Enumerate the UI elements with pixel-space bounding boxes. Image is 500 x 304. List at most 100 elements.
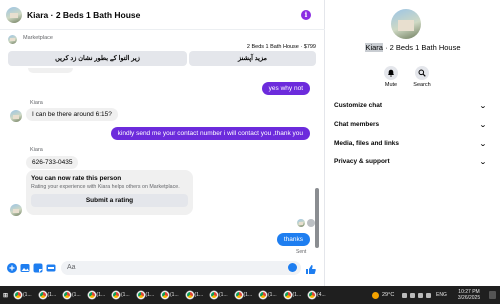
app-badge: (1... xyxy=(194,292,204,298)
app-window: Kiara · 2 Beds 1 Bath House i Marketplac… xyxy=(0,0,500,304)
language-indicator[interactable]: ENG xyxy=(436,289,447,301)
contact-avatar[interactable] xyxy=(6,6,22,23)
chrome-icon xyxy=(259,291,267,299)
mark-pending-button[interactable]: زیر التوا کے بطور نشان زد کریں xyxy=(8,51,187,66)
marketplace-label: Marketplace xyxy=(23,35,53,41)
chrome-icon xyxy=(161,291,169,299)
submit-rating-button[interactable]: Submit a rating xyxy=(31,194,188,207)
chrome-icon xyxy=(185,291,194,299)
tray-chevron-icon[interactable] xyxy=(402,293,407,298)
search-button[interactable]: Search xyxy=(411,66,433,88)
taskbar-app-chrome[interactable]: (1... xyxy=(185,289,204,301)
message-bubble-outgoing[interactable]: kindly send me your contact number i wil… xyxy=(110,127,310,140)
listing-thumbnail[interactable] xyxy=(8,35,17,44)
app-badge: (1... xyxy=(47,292,57,298)
chat-pane: Kiara · 2 Beds 1 Bath House i Marketplac… xyxy=(0,0,325,286)
message-input[interactable]: Aa xyxy=(61,261,301,275)
thumbs-up-icon[interactable] xyxy=(305,262,316,274)
chevron-down-icon: ⌄ xyxy=(479,121,487,129)
mute-button[interactable]: Mute xyxy=(380,66,402,88)
network-icon[interactable] xyxy=(410,293,415,298)
rating-card: You can now rate this person Rating your… xyxy=(26,170,193,215)
name-highlight: Kiara xyxy=(365,43,383,52)
section-label: Media, files and links xyxy=(334,140,400,147)
conversation-info-panel: Kiara · 2 Beds 1 Bath House Mute Search … xyxy=(326,0,500,286)
chrome-icon xyxy=(210,291,218,299)
rating-description: Rating your experience with Kiara helps … xyxy=(31,184,180,190)
chevron-down-icon: ⌄ xyxy=(479,102,487,110)
plus-circle-icon[interactable] xyxy=(6,263,17,274)
sender-avatar[interactable] xyxy=(10,110,22,122)
sent-status: Sent xyxy=(296,249,307,255)
sender-avatar[interactable] xyxy=(10,204,22,216)
gif-icon[interactable] xyxy=(45,263,56,274)
taskbar-app-chrome[interactable]: (1... xyxy=(161,289,179,301)
app-badge: (1... xyxy=(292,292,302,298)
app-badge: (1... xyxy=(72,292,81,298)
app-badge: (1... xyxy=(219,292,228,298)
taskbar-app-chrome[interactable]: (4... xyxy=(308,289,326,301)
taskbar: ⊞ 29°C ENG 10:27 PM 3/26/2025 (1... (1...… xyxy=(0,286,500,304)
notification-icon[interactable] xyxy=(489,291,496,299)
sticker-icon[interactable] xyxy=(32,263,43,274)
search-label: Search xyxy=(413,82,431,88)
message-sender: Kiara xyxy=(30,100,43,106)
bell-icon xyxy=(384,66,398,80)
taskbar-app-chrome[interactable]: (1... xyxy=(259,289,277,301)
app-badge: (4... xyxy=(317,292,326,298)
weather-widget[interactable]: 29°C xyxy=(372,289,394,301)
taskbar-app-chrome[interactable]: (1... xyxy=(283,289,302,301)
chrome-icon xyxy=(63,291,71,299)
read-receipt-icon xyxy=(307,219,315,227)
taskbar-app-chrome[interactable]: (1... xyxy=(234,289,253,301)
chat-header: Kiara · 2 Beds 1 Bath House i xyxy=(0,0,325,30)
chrome-icon xyxy=(112,291,120,299)
info-icon[interactable]: i xyxy=(301,10,311,20)
app-badge: (1... xyxy=(243,292,253,298)
start-icon[interactable]: ⊞ xyxy=(3,289,8,301)
chrome-icon xyxy=(38,291,47,299)
emoji-icon[interactable] xyxy=(288,263,297,272)
section-chat-members[interactable]: Chat members ⌄ xyxy=(334,119,487,131)
clock[interactable]: 10:27 PM 3/26/2025 xyxy=(454,289,484,301)
clock-date: 3/26/2025 xyxy=(457,295,481,301)
image-icon[interactable] xyxy=(19,263,30,274)
taskbar-app-chrome[interactable]: (1... xyxy=(14,289,32,301)
chrome-icon xyxy=(283,291,292,299)
chrome-icon xyxy=(136,291,145,299)
chevron-down-icon: ⌄ xyxy=(479,140,487,148)
volume-icon[interactable] xyxy=(418,293,423,298)
taskbar-app-chrome[interactable]: (1... xyxy=(38,289,57,301)
message-bubble-outgoing[interactable]: thanks xyxy=(276,233,310,246)
battery-icon[interactable] xyxy=(426,293,431,298)
profile-avatar[interactable] xyxy=(391,9,421,39)
composer: Aa xyxy=(0,258,325,278)
scrollbar[interactable] xyxy=(315,188,319,248)
taskbar-app-chrome[interactable]: (1... xyxy=(63,289,81,301)
taskbar-app-chrome[interactable]: (1... xyxy=(112,289,130,301)
seen-avatar xyxy=(297,219,305,227)
section-media-files-links[interactable]: Media, files and links ⌄ xyxy=(334,138,487,150)
name-rest: · 2 Beds 1 Bath House xyxy=(382,43,461,52)
message-bubble-incoming[interactable]: 626-733-0435 xyxy=(26,156,79,169)
partial-message-bubble xyxy=(28,68,73,73)
chrome-icon xyxy=(308,291,316,299)
mute-label: Mute xyxy=(384,82,398,88)
app-badge: (1... xyxy=(170,292,179,298)
message-bubble-outgoing[interactable]: yes why not xyxy=(261,82,310,95)
section-customize-chat[interactable]: Customize chat ⌄ xyxy=(334,100,487,112)
section-privacy-support[interactable]: Privacy & support ⌄ xyxy=(334,156,487,168)
listing-title[interactable]: 2 Beds 1 Bath House · $799 xyxy=(247,44,316,50)
message-bubble-incoming[interactable]: I can be there around 6:15? xyxy=(26,108,118,121)
section-label: Chat members xyxy=(334,121,380,128)
chevron-down-icon: ⌄ xyxy=(479,158,487,166)
chat-title[interactable]: Kiara · 2 Beds 1 Bath House xyxy=(27,10,140,20)
taskbar-app-chrome[interactable]: (1... xyxy=(210,289,228,301)
message-sender: Kiara xyxy=(30,147,43,153)
more-options-button[interactable]: مزید آپشنز xyxy=(189,51,316,66)
section-label: Customize chat xyxy=(334,102,383,109)
taskbar-app-chrome[interactable]: (1... xyxy=(87,289,105,301)
taskbar-app-chrome[interactable]: (1... xyxy=(136,289,154,301)
rating-title: You can now rate this person xyxy=(31,175,122,182)
chrome-icon xyxy=(234,291,243,299)
